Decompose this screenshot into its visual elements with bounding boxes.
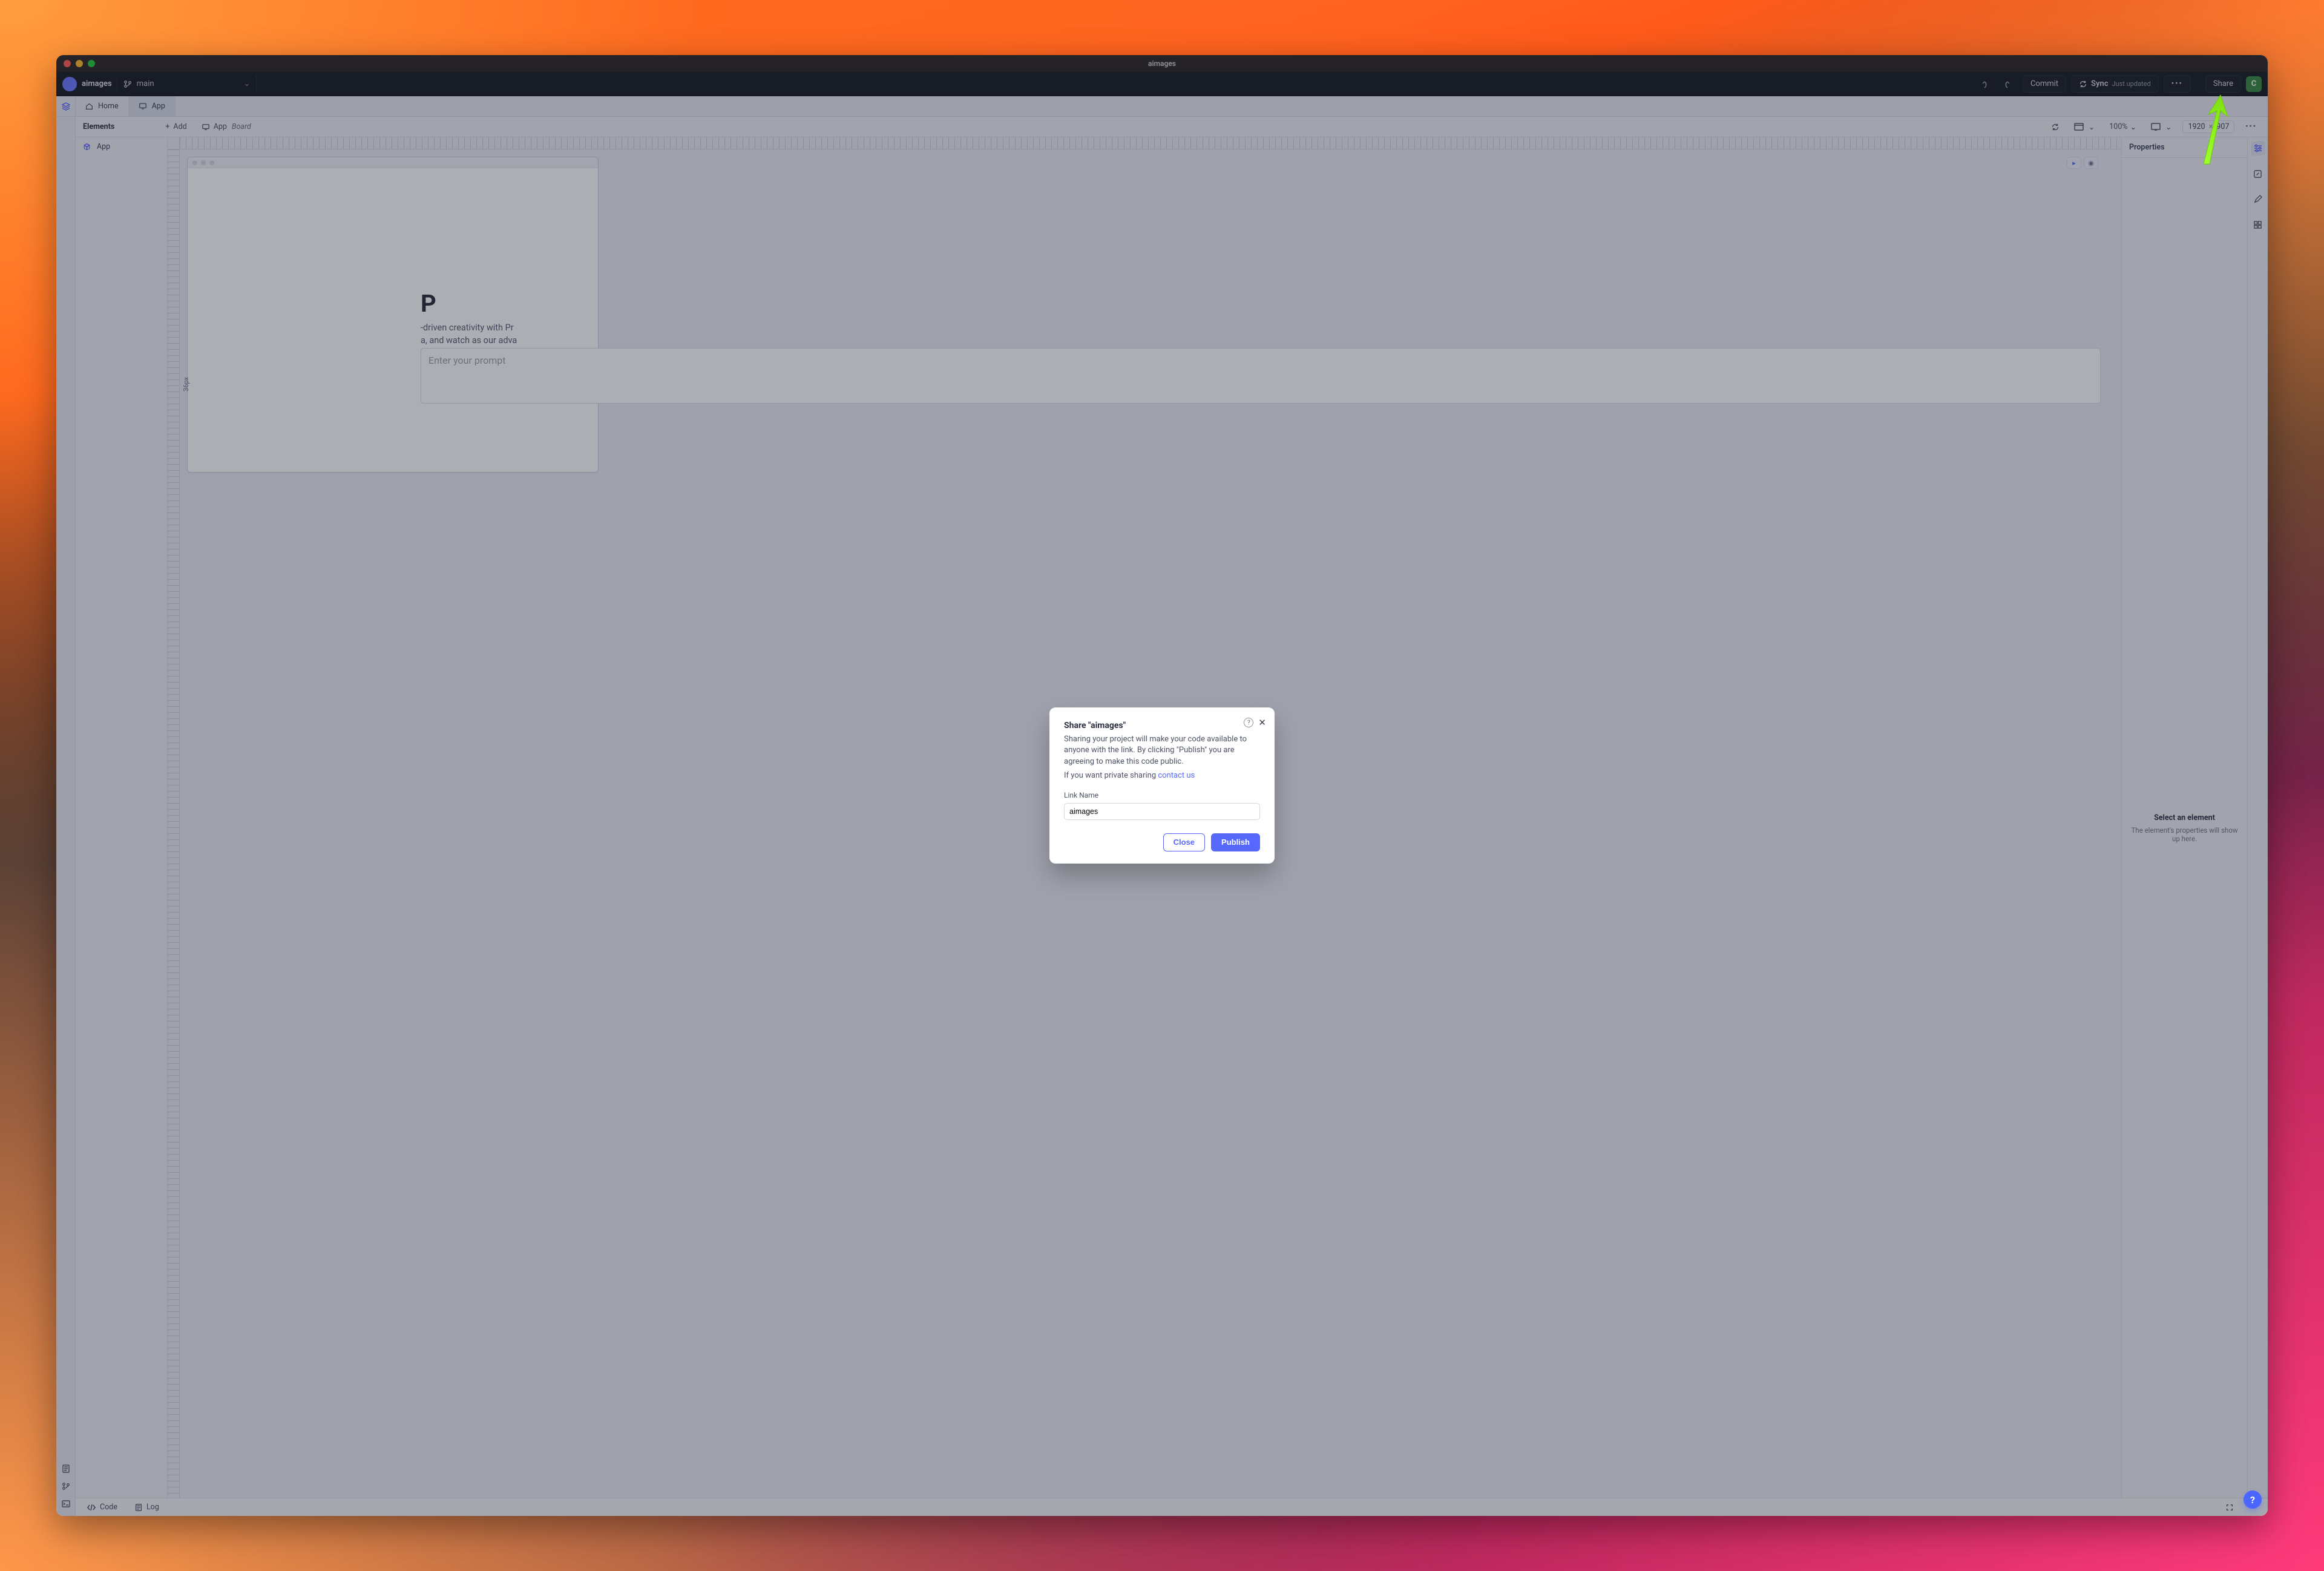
help-icon[interactable]: ? bbox=[1244, 718, 1253, 727]
modal-title: Share "aimages" bbox=[1064, 721, 1260, 730]
app-window: aimages aimages main ⌄ Commit bbox=[56, 55, 2268, 1516]
publish-button[interactable]: Publish bbox=[1211, 833, 1260, 851]
modal-description: Sharing your project will make your code… bbox=[1064, 734, 1260, 767]
modal-overlay[interactable]: ? ✕ Share "aimages" Sharing your project… bbox=[56, 55, 2268, 1516]
share-modal: ? ✕ Share "aimages" Sharing your project… bbox=[1049, 707, 1275, 864]
modal-private-pre: If you want private sharing bbox=[1064, 771, 1158, 780]
link-name-label: Link Name bbox=[1064, 791, 1260, 799]
help-glyph: ? bbox=[2250, 1494, 2255, 1506]
close-button[interactable]: Close bbox=[1163, 833, 1205, 851]
close-icon[interactable]: ✕ bbox=[1258, 717, 1266, 728]
link-name-input[interactable] bbox=[1064, 803, 1260, 820]
contact-us-link[interactable]: contact us bbox=[1158, 771, 1195, 780]
help-fab[interactable]: ? bbox=[2244, 1491, 2262, 1509]
